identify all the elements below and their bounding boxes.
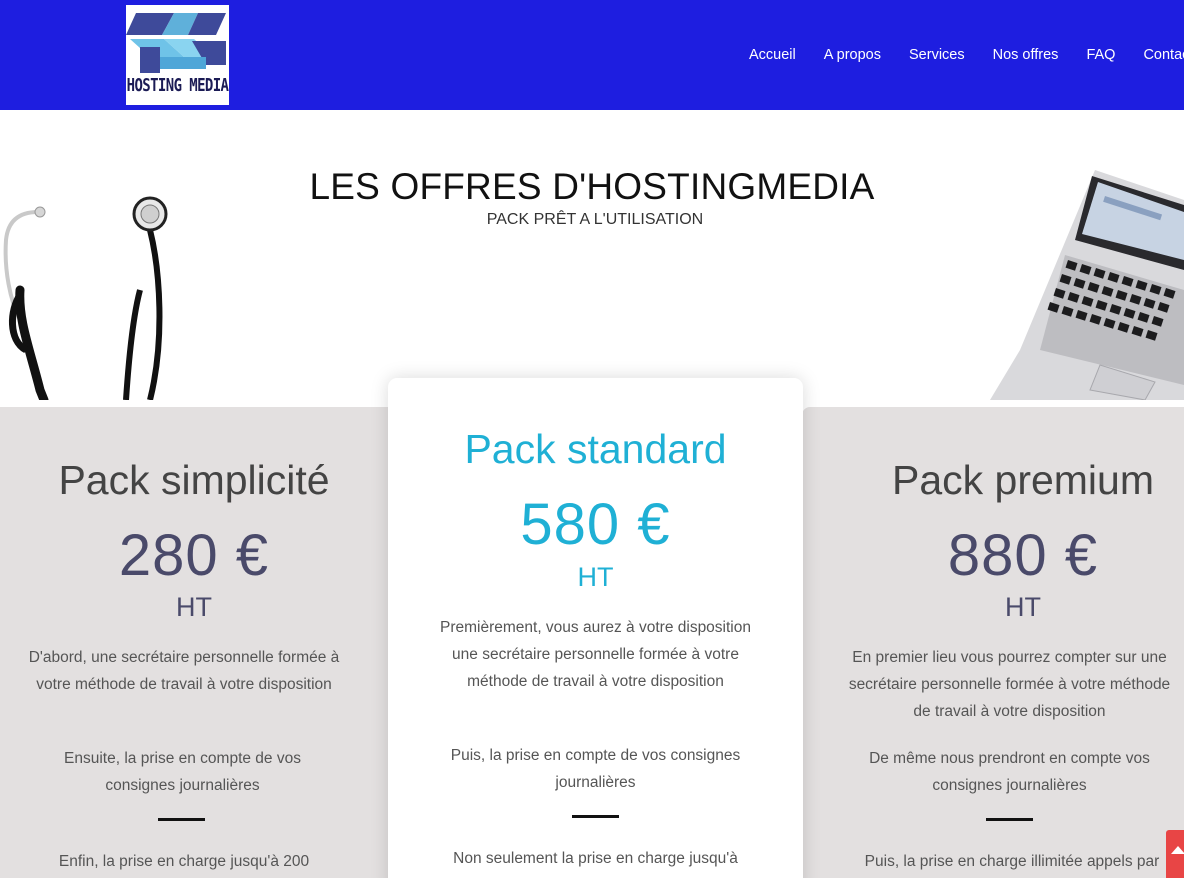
- pack-divider: [158, 818, 205, 821]
- pack-title: Pack simplicité: [58, 457, 330, 503]
- laptop-image: [990, 170, 1184, 400]
- pack-feature-3: Enfin, la prise en charge jusqu'à 200: [58, 853, 310, 870]
- pack-divider: [986, 818, 1033, 821]
- nav-item-faq[interactable]: FAQ: [1086, 45, 1115, 65]
- logo-wordmark: HOSTING MEDIA: [126, 76, 229, 96]
- pack-price-suffix: HT: [577, 562, 614, 592]
- nav-item-a-propos[interactable]: A propos: [824, 45, 881, 65]
- pack-feature-3: Puis, la prise en charge illimitée appel…: [864, 853, 1160, 870]
- site-logo[interactable]: HOSTING MEDIA: [126, 5, 229, 105]
- pack-feature-1: En premier lieu vous pourrez compter sur…: [848, 649, 1171, 720]
- pack-title: Pack standard: [464, 426, 727, 472]
- site-header: HOSTING MEDIA Accueil A propos Services …: [0, 0, 1184, 110]
- pack-price-suffix: HT: [1005, 592, 1041, 622]
- pack-card-standard: Pack standard 580 € HT Premièrement, vou…: [388, 378, 803, 878]
- pack-card-premium: Pack premium 880 € HT En premier lieu vo…: [802, 407, 1184, 878]
- pack-price: 580 €: [520, 492, 671, 557]
- pack-feature-3: Non seulement la prise en charge jusqu'à: [453, 850, 738, 867]
- nav-item-contact[interactable]: Contact: [1143, 45, 1184, 65]
- pack-title: Pack premium: [891, 457, 1154, 503]
- pack-card-simplicite: Pack simplicité 280 € HT D'abord, une se…: [0, 407, 388, 878]
- nav-item-services[interactable]: Services: [909, 45, 965, 65]
- pack-price: 280 €: [118, 523, 270, 588]
- pack-feature-1: Premièrement, vous aurez à votre disposi…: [439, 619, 751, 690]
- pack-feature-1: D'abord, une secrétaire personnelle form…: [28, 649, 340, 693]
- pack-price-suffix: HT: [176, 592, 212, 622]
- pack-feature-2: Puis, la prise en compte de vos consigne…: [450, 747, 741, 791]
- pack-feature-2: Ensuite, la prise en compte de vos consi…: [64, 750, 301, 794]
- pack-feature-2: De même nous prendront en compte vos con…: [869, 750, 1150, 794]
- nav-item-nos-offres[interactable]: Nos offres: [993, 45, 1059, 65]
- pack-price: 880 €: [947, 523, 1099, 588]
- scroll-to-top-button[interactable]: [1166, 830, 1184, 878]
- pack-divider: [572, 815, 619, 818]
- arrow-up-icon: [1171, 846, 1184, 854]
- nav-item-accueil[interactable]: Accueil: [749, 45, 796, 65]
- main-nav: Accueil A propos Services Nos offres FAQ…: [749, 45, 1184, 65]
- stethoscope-image: [3, 196, 168, 400]
- logo-graphic: [126, 13, 226, 73]
